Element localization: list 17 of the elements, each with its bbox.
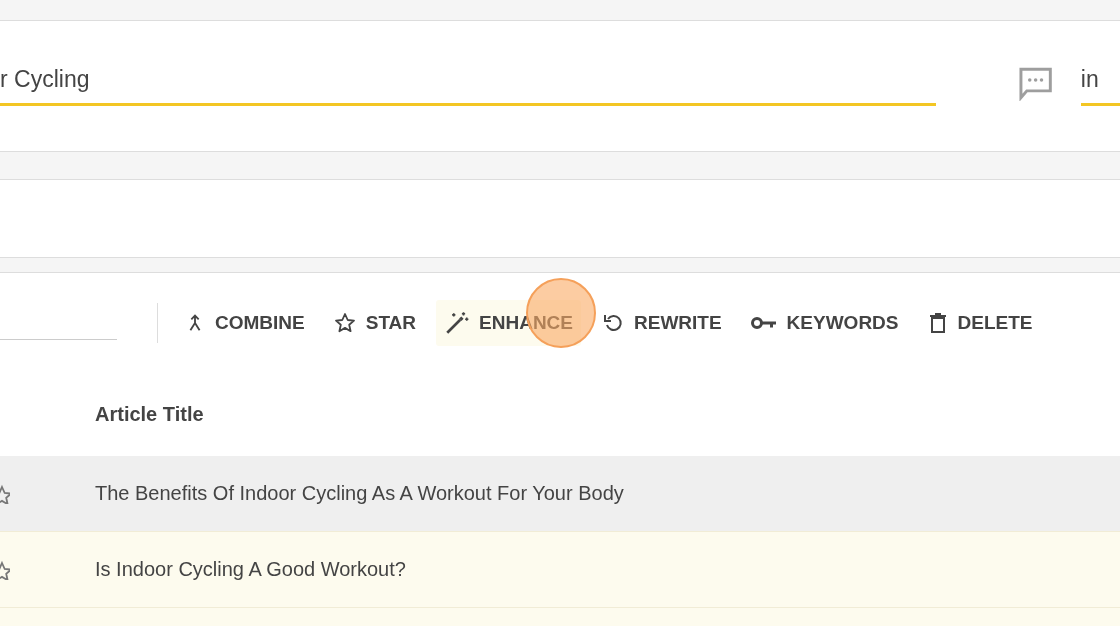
article-title: Is Indoor Cycling A Good Workout? [95, 558, 406, 581]
star-icon[interactable] [0, 559, 10, 580]
toolbar-button[interactable]: DELETE [918, 301, 1041, 345]
column-header: Article Title [95, 403, 204, 426]
topic-field[interactable]: r Cycling [0, 66, 936, 106]
text-field[interactable]: in [1080, 66, 1120, 106]
toolbar-button[interactable]: STAR [324, 301, 425, 345]
table-row[interactable]: Is Indoor Cycling A Good Workout? [0, 531, 1120, 607]
article-title: The Benefits Of Indoor Cycling As A Workout For Your Body [95, 482, 624, 505]
magic-wand-icon [444, 310, 471, 336]
comment-icon[interactable] [1017, 67, 1053, 101]
toolbar-button[interactable]: KEYWORDS [741, 301, 907, 345]
toolbar-button[interactable]: REWRITE [593, 301, 730, 345]
star-icon[interactable] [0, 483, 10, 504]
table-row[interactable]: The Benefits Of Indoor Cycling As A Workout For Your Body [0, 456, 1120, 531]
toolbar-button[interactable]: COMBINE [176, 302, 313, 344]
star-icon [332, 311, 357, 335]
